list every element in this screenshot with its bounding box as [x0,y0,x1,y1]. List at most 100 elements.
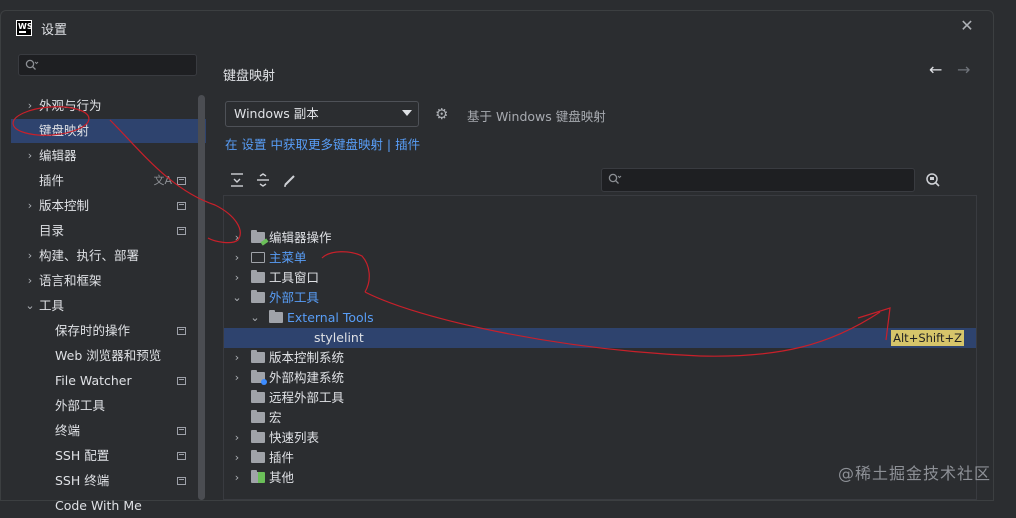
chevron-down-icon[interactable]: ⌄ [232,288,242,308]
action-tree-row[interactable]: › 版本控制系统 [224,348,976,368]
sidebar-item[interactable]: › 构建、执行、部署 [1,244,206,268]
settings-search-input[interactable] [18,54,197,76]
chevron-right-icon[interactable]: › [232,228,242,248]
folder-icon [251,450,265,463]
sidebar-item-label: 键盘映射 [39,123,90,138]
get-more-keymaps-link[interactable]: 在 设置 中获取更多键盘映射 | 插件 [225,134,420,153]
folder-icon [251,230,265,243]
action-label: 快速列表 [269,430,320,445]
collapse-all-icon[interactable] [255,172,271,188]
sidebar-item[interactable]: ⌄ 工具 [1,294,206,318]
settings-window: WS 设置 ✕ › 外观与行为 键盘映射 › 编辑器 插件 文A › 版本控制 目录 › 构建、执行、… [0,10,994,513]
shortcut-badge: Alt+Shift+Z [891,330,964,346]
project-level-icon [177,327,186,335]
project-level-icon [177,227,186,235]
action-label: External Tools [287,310,374,325]
chevron-right-icon[interactable]: › [232,448,242,468]
chevron-right-icon[interactable]: › [25,269,35,293]
action-tree-row[interactable]: 远程外部工具 [224,388,976,408]
sidebar-item-label: 外观与行为 [39,98,102,113]
get-more-keymaps-text[interactable]: 在 设置 中获取更多键盘映射 | [225,137,395,152]
webstorm-logo-icon: WS [16,20,33,36]
chevron-down-icon[interactable]: ⌄ [25,294,35,318]
project-level-icon [177,202,186,210]
forward-arrow-icon[interactable]: → [957,60,970,79]
expand-all-icon[interactable] [229,172,245,188]
action-tree-row[interactable]: ⌄ 外部工具 [224,288,976,308]
chevron-right-icon[interactable]: › [232,268,242,288]
action-tree-row[interactable]: › 编辑器操作 [224,228,976,248]
project-level-icon [177,452,186,460]
sidebar-item-label: 编辑器 [39,148,77,163]
edit-shortcut-icon[interactable] [282,172,298,188]
action-label: 工具窗口 [269,270,320,285]
action-tree-row[interactable]: 宏 [224,408,976,428]
action-label: 编辑器操作 [269,230,332,245]
chevron-right-icon[interactable]: › [232,348,242,368]
action-label: 外部工具 [269,290,320,305]
chevron-right-icon[interactable]: › [232,368,242,388]
project-level-icon [177,427,186,435]
sidebar-item[interactable]: File Watcher [1,369,206,393]
folder-icon [251,370,267,385]
sidebar-item[interactable]: 终端 [1,419,206,443]
action-label: stylelint [314,330,364,345]
sidebar-item[interactable]: 插件 文A [1,169,206,193]
keymap-dropdown[interactable]: Windows 副本 [225,101,419,127]
sidebar-item[interactable]: 外部工具 [1,394,206,418]
sidebar-item-label: 构建、执行、部署 [39,248,140,263]
sidebar-item[interactable]: Web 浏览器和预览 [1,344,206,368]
action-label: 主菜单 [269,250,307,265]
sidebar-item-label: 保存时的操作 [55,323,131,338]
sidebar-item[interactable]: 目录 [1,219,206,243]
chevron-right-icon[interactable]: › [232,248,242,268]
sidebar-item[interactable]: › 外观与行为 [1,94,206,118]
action-tree-row[interactable]: stylelint Alt+Shift+Z [224,328,976,348]
find-by-shortcut-icon[interactable] [924,171,942,189]
folder-icon [251,270,265,283]
chevron-right-icon[interactable]: › [232,428,242,448]
sidebar-item[interactable]: › 语言和框架 [1,269,206,293]
folder-icon [251,470,265,483]
action-label: 远程外部工具 [269,390,345,405]
action-tree-row[interactable]: › 外部构建系统 [224,368,976,388]
chevron-right-icon[interactable]: › [25,244,35,268]
keymap-selected-value: Windows 副本 [234,106,319,121]
plugins-link[interactable]: 插件 [395,137,420,152]
sidebar-item-label: 目录 [39,223,65,238]
chevron-right-icon[interactable]: › [25,144,35,168]
chevron-right-icon[interactable]: › [25,194,35,218]
translate-icon: 文A [153,174,172,187]
sidebar-item[interactable]: 键盘映射 [11,119,206,143]
action-tree-row[interactable]: › 快速列表 [224,428,976,448]
action-tree-row[interactable]: ⌄ External Tools [224,308,976,328]
sidebar-item[interactable]: › 编辑器 [1,144,206,168]
title-bar: WS 设置 ✕ [1,11,993,43]
page-title: 键盘映射 [223,69,276,84]
action-search-input[interactable] [601,168,915,192]
sidebar-item[interactable]: SSH 终端 [1,469,206,493]
action-label: 外部构建系统 [269,370,345,385]
window-title: 设置 [41,23,68,38]
folder-icon [251,290,265,303]
close-icon[interactable]: ✕ [959,18,975,34]
chevron-right-icon[interactable]: › [25,94,35,118]
sidebar-item-label: SSH 配置 [55,448,110,463]
chevron-down-icon[interactable]: ⌄ [250,308,260,328]
folder-icon [251,410,265,423]
project-level-icon [177,377,186,385]
action-label: 其他 [269,470,295,485]
sidebar-item-label: 外部工具 [55,398,106,413]
sidebar-item[interactable]: Code With Me [1,494,206,518]
sidebar-item[interactable]: 保存时的操作 [1,319,206,343]
based-on-text: 基于 Windows 键盘映射 [467,109,606,124]
action-tree-row[interactable]: › 工具窗口 [224,268,976,288]
gear-icon[interactable]: ⚙ [435,106,451,122]
action-label: 插件 [269,450,295,465]
sidebar-scrollbar[interactable] [198,95,205,500]
action-tree-row[interactable]: › 主菜单 [224,248,976,268]
sidebar-item[interactable]: SSH 配置 [1,444,206,468]
chevron-right-icon[interactable]: › [232,468,242,488]
back-arrow-icon[interactable]: ← [929,60,942,79]
sidebar-item[interactable]: › 版本控制 [1,194,206,218]
